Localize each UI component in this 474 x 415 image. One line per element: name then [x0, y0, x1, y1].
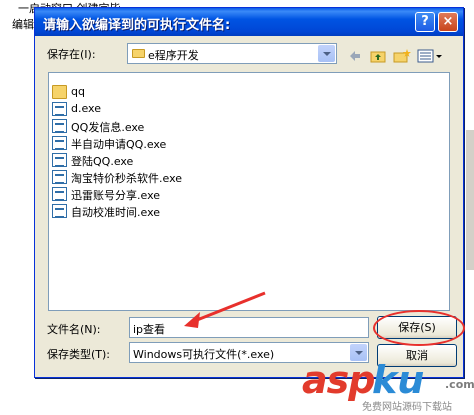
watermark-asp: asp [302, 358, 375, 402]
watermark-ku: ku [372, 358, 425, 402]
watermark-com: .com [445, 378, 474, 391]
annotation-ellipse [373, 310, 465, 346]
annotation-arrow [184, 291, 266, 328]
watermark-subtitle: 免费网站源码下载站 [362, 402, 452, 413]
